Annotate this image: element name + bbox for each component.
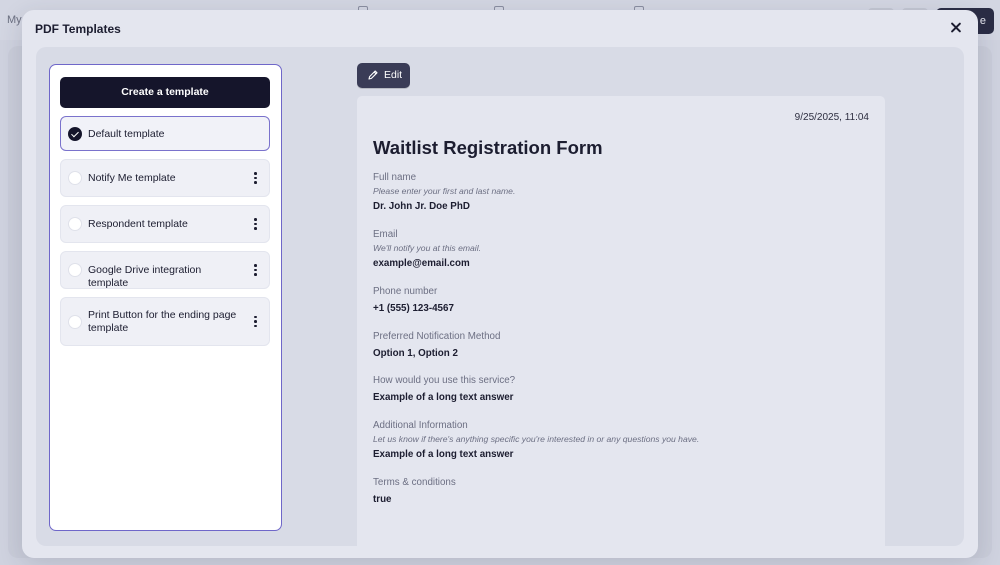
field-value: Dr. John Jr. Doe PhD: [373, 201, 470, 212]
template-item-print-button[interactable]: Print Button for the ending page templat…: [60, 297, 270, 346]
field-label: How would you use this service?: [373, 375, 516, 386]
field-value: Example of a long text answer: [373, 449, 514, 460]
field-service-use: How would you use this service? Example …: [373, 375, 515, 403]
radio-icon: [68, 217, 82, 231]
template-item-default[interactable]: Default template: [60, 116, 270, 151]
pdf-templates-modal: PDF Templates Create a template Default …: [22, 10, 978, 558]
field-value: Option 1, Option 2: [373, 348, 458, 359]
field-label: Email: [373, 229, 398, 240]
background-app-label: My: [7, 14, 22, 26]
field-label: Additional Information: [373, 420, 468, 431]
kebab-menu-icon[interactable]: [254, 218, 257, 230]
preview-date: 9/25/2025, 11:04: [794, 112, 869, 123]
field-full-name: Full name Please enter your first and la…: [373, 172, 515, 212]
field-help: We'll notify you at this email.: [373, 243, 481, 253]
template-item-label: Respondent template: [88, 218, 188, 230]
template-item-notify-me[interactable]: Notify Me template: [60, 159, 270, 197]
field-label: Full name: [373, 172, 417, 183]
template-item-label: Google Drive integration template: [88, 264, 202, 289]
field-value: Example of a long text answer: [373, 392, 514, 403]
check-icon: [68, 126, 82, 141]
field-additional-information: Additional Information Let us know if th…: [373, 420, 699, 460]
field-label: Terms & conditions: [373, 477, 456, 488]
radio-icon: [68, 314, 82, 329]
form-title: Waitlist Registration Form: [373, 137, 603, 158]
edit-button[interactable]: Edit: [357, 63, 410, 88]
modal-title: PDF Templates: [35, 22, 121, 36]
field-help: Please enter your first and last name.: [373, 186, 516, 196]
template-item-label: Default template: [88, 128, 165, 140]
template-item-label: Print Button for the ending page templat…: [88, 309, 237, 334]
field-terms-conditions: Terms & conditions true: [373, 477, 456, 505]
kebab-menu-icon[interactable]: [254, 172, 257, 184]
template-list: Default template Notify Me template Resp…: [60, 116, 270, 354]
field-help: Let us know if there's anything specific…: [373, 434, 700, 444]
field-email: Email We'll notify you at this email. ex…: [373, 229, 481, 269]
close-icon[interactable]: [948, 20, 964, 36]
radio-icon: [68, 171, 82, 185]
template-item-respondent[interactable]: Respondent template: [60, 205, 270, 243]
template-item-google-drive[interactable]: Google Drive integration template: [60, 251, 270, 289]
pdf-preview: 9/25/2025, 11:04 Waitlist Registration F…: [357, 96, 885, 546]
pencil-icon: [368, 70, 378, 80]
field-phone-number: Phone number +1 (555) 123-4567: [373, 286, 454, 314]
template-item-label: Notify Me template: [88, 172, 176, 184]
modal-body: Create a template Default template Notif…: [36, 47, 964, 546]
templates-sidebar: Create a template Default template Notif…: [49, 64, 282, 531]
kebab-menu-icon[interactable]: [254, 264, 257, 276]
field-value: +1 (555) 123-4567: [373, 303, 454, 314]
field-value: true: [373, 494, 392, 505]
edit-button-label: Edit: [384, 69, 403, 81]
radio-icon: [68, 263, 82, 277]
field-label: Phone number: [373, 286, 438, 297]
field-value: example@email.com: [373, 258, 470, 269]
create-template-button[interactable]: Create a template: [60, 77, 270, 108]
field-notification-method: Preferred Notification Method Option 1, …: [373, 331, 500, 359]
field-label: Preferred Notification Method: [373, 331, 501, 342]
kebab-menu-icon[interactable]: [254, 315, 257, 328]
